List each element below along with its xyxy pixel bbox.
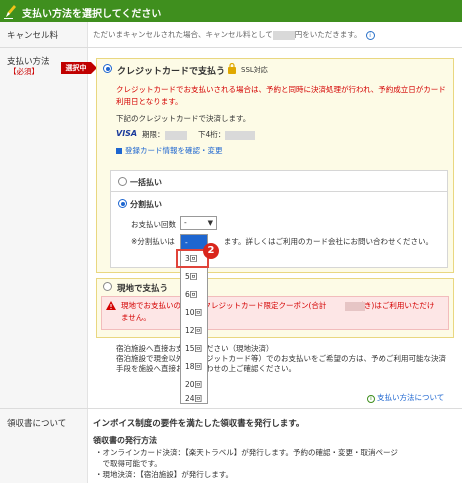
receipt-line: ・現地決済：【宿泊施設】が発行します。 [95, 470, 233, 479]
lock-icon [228, 63, 236, 74]
installment-note: ※分割払いは ます。詳しくはご利用のカード会社にお問い合わせください。 [131, 237, 434, 246]
lump-sum-label[interactable]: 一括払い [130, 177, 162, 188]
option-5[interactable]: 5回 [181, 269, 207, 285]
credit-warning: クレジットカードでお支払いされる場合は、予約と同時に決済処理が行われ、予約成立日… [116, 85, 446, 106]
installment-radio[interactable] [118, 199, 127, 208]
visa-logo: VISA [116, 129, 138, 138]
option-12[interactable]: 12回 [181, 323, 207, 339]
card-info-link[interactable]: 登録カード情報を確認・変更 [116, 145, 223, 156]
receipt-title: インボイス制度の要件を満たした領収書を発行します。 [93, 419, 305, 429]
info-icon: i [367, 395, 375, 403]
option-20[interactable]: 20回 [181, 377, 207, 393]
redacted-coupon-amount [345, 302, 365, 311]
payment-label-cell [0, 48, 88, 408]
onsite-title[interactable]: 現地で支払う [117, 282, 168, 294]
receipt-line: で取得可能です。 [95, 459, 162, 468]
warning-icon [106, 301, 116, 310]
option-24[interactable]: 24回 [181, 393, 207, 405]
receipt-label: 領収書について [7, 419, 67, 429]
cancel-label-cell: キャンセル料 [0, 22, 88, 47]
redacted-amount [272, 30, 295, 40]
chevron-down-icon: ▼ [207, 219, 213, 227]
onsite-note: 宿泊施設へ直接お支払いください（現地決済） 宿泊施設で現金以外（クレジットカード… [116, 344, 446, 373]
coupon-alert-text: 現地でお支払いの場合、クレジットカード限定クーポン(合計 円引き)はご利用いただ… [121, 301, 435, 322]
selected-badge: 選択中 [61, 62, 97, 74]
card-expiry: 期限： [142, 129, 187, 140]
onsite-radio[interactable] [103, 282, 112, 291]
redacted-expiry [164, 130, 187, 140]
card-last4: 下4桁： [198, 129, 256, 140]
installment-label[interactable]: 分割払い [130, 199, 162, 210]
pencil-icon [4, 5, 16, 19]
ssl-label: SSL対応 [241, 66, 268, 74]
section-title: 支払い方法を選択してください [22, 9, 162, 20]
receipt-line: ・オンラインカード決済：【楽天トラベル】が発行します。予約の確認・変更・取消ペー… [95, 448, 398, 457]
redacted-last4 [225, 130, 256, 140]
payment-count-select[interactable]: - ▼ [180, 216, 217, 230]
required-tag: 【必須】 [9, 67, 39, 76]
cancel-fee-text: ただいまキャンセルされた場合、キャンセル料として 円をいただきます。 i [93, 29, 375, 40]
square-icon [116, 148, 122, 154]
option-6[interactable]: 6回 [181, 287, 207, 303]
step-badge: 2 [203, 243, 219, 259]
option-10[interactable]: 10回 [181, 305, 207, 321]
info-icon[interactable]: i [365, 30, 375, 40]
credit-card-title[interactable]: クレジットカードで支払う [117, 64, 225, 77]
payment-info-link[interactable]: i 支払い方法について [367, 392, 444, 403]
section-header: 支払い方法を選択してください [0, 0, 462, 22]
cancel-label: キャンセル料 [7, 31, 59, 41]
card-note: 下記のクレジットカードで決済します。 [116, 114, 251, 123]
option-18[interactable]: 18回 [181, 359, 207, 375]
credit-card-radio[interactable] [103, 64, 112, 73]
receipt-subtitle: 領収書の発行方法 [93, 436, 157, 445]
option-15[interactable]: 15回 [181, 341, 207, 357]
divider [110, 191, 448, 192]
payment-count-label: お支払い回数 [131, 220, 176, 229]
lump-sum-radio[interactable] [118, 177, 127, 186]
